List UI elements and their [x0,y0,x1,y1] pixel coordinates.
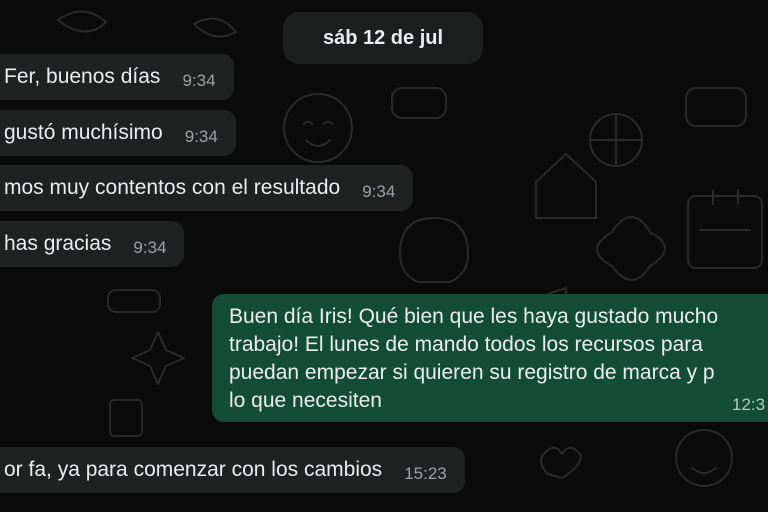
message-text-line: Buen día Iris! Qué bien que les haya gus… [229,305,719,328]
message-time: 15:23 [404,464,447,483]
message-text: or fa, ya para comenzar con los cambios [4,458,383,481]
message-text: Fer, buenos días [4,65,161,88]
incoming-message-bubble[interactable]: mos muy contentos con el resultado 9:34 [0,165,414,211]
message-time: 9:34 [133,238,167,257]
chat-area: sáb 12 de jul Fer, buenos días 9:34 gust… [0,0,768,512]
message-time: 9:34 [362,182,396,201]
date-separator: sáb 12 de jul [283,12,483,64]
message-text: mos muy contentos con el resultado [4,176,341,199]
message-text: has gracias [4,232,112,255]
message-text-line: puedan empezar si quieren su registro de… [229,361,715,384]
message-text: gustó muchísimo [4,121,163,144]
incoming-message-bubble[interactable]: or fa, ya para comenzar con los cambios … [0,447,465,493]
incoming-message-bubble[interactable]: has gracias 9:34 [0,221,185,267]
message-time: 9:34 [184,127,218,146]
message-text-line: trabajo! El lunes de mando todos los rec… [229,333,703,356]
message-time: 12:3 [732,395,766,414]
outgoing-message-bubble[interactable]: Buen día Iris! Qué bien que les haya gus… [212,294,768,422]
message-text-line: lo que necesiten [229,389,382,412]
message-time: 9:34 [182,71,216,90]
incoming-message-bubble[interactable]: Fer, buenos días 9:34 [0,54,234,100]
incoming-message-bubble[interactable]: gustó muchísimo 9:34 [0,110,236,156]
